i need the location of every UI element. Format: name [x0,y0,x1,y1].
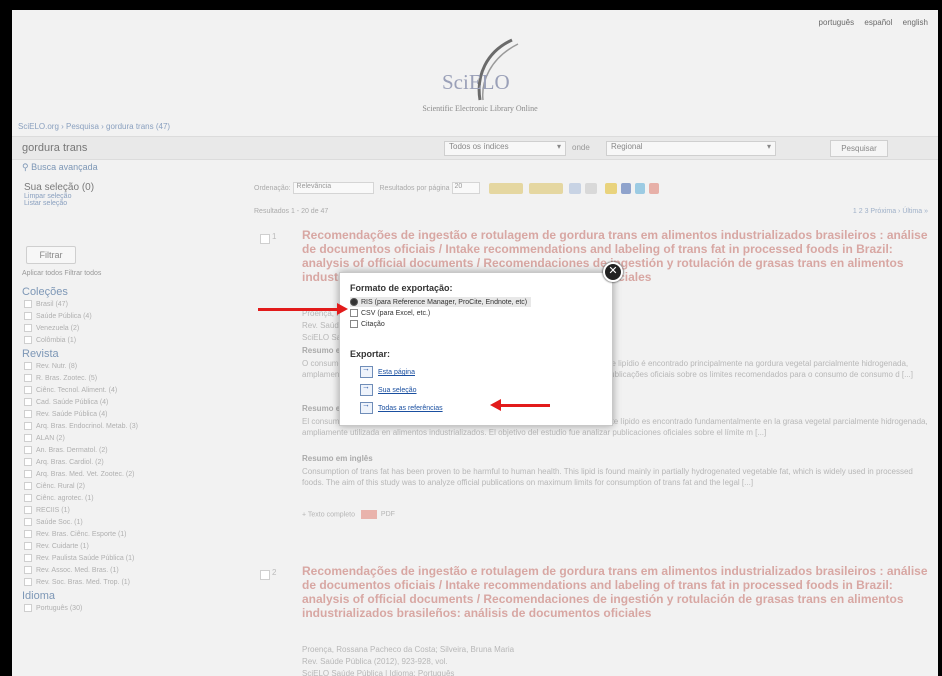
export-dialog: Formato de exportação: RIS (para Referen… [339,272,613,426]
red-arrow-left-icon [490,399,550,411]
radio-icon [350,320,358,328]
export-icon [360,364,373,378]
radio-icon [350,309,358,317]
format-option-citation[interactable]: Citação [350,320,385,328]
export-overlay: Formato de exportação: RIS (para Referen… [0,0,942,676]
red-arrow-right-icon [258,303,348,315]
export-all-references-link[interactable]: Todas as referências [360,400,443,414]
export-selection-link[interactable]: Sua seleção [360,382,417,396]
format-option-label: RIS (para Reference Manager, ProCite, En… [361,298,528,306]
radio-selected-icon [350,298,358,306]
format-option-ris[interactable]: RIS (para Reference Manager, ProCite, En… [350,297,532,307]
format-option-label: CSV (para Excel, etc.) [361,309,431,317]
format-title: Formato de exportação: [350,283,453,293]
export-this-page-link[interactable]: Esta página [360,364,415,378]
export-option-label: Esta página [378,368,415,376]
export-icon [360,382,373,396]
close-icon[interactable]: ✕ [603,262,623,282]
format-option-csv[interactable]: CSV (para Excel, etc.) [350,309,430,317]
export-icon [360,400,373,414]
export-option-label: Sua seleção [378,386,417,394]
export-option-label: Todas as referências [378,404,443,412]
export-title: Exportar: [350,349,391,359]
format-option-label: Citação [361,320,385,328]
